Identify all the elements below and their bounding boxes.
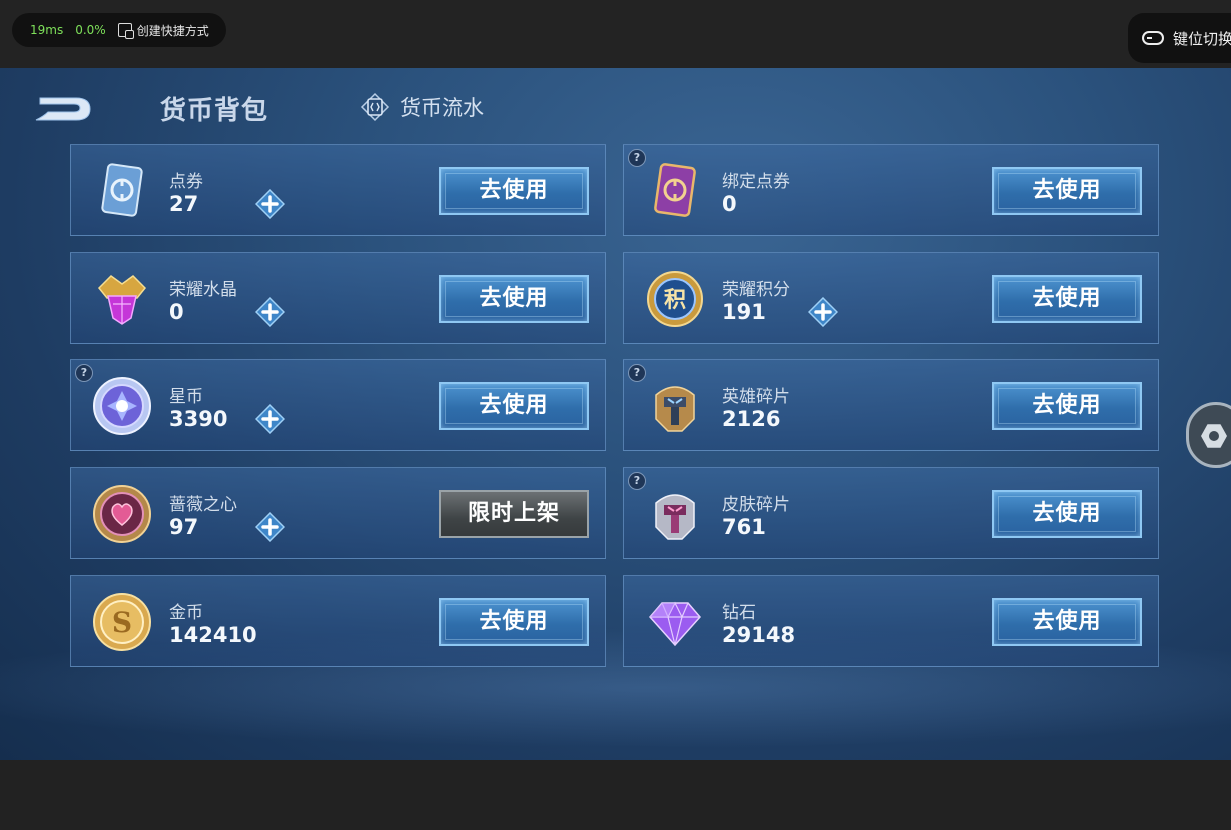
currency-value: 0 <box>169 300 184 324</box>
currency-value: 142410 <box>169 623 257 647</box>
glory-crystal-icon <box>91 268 153 330</box>
currency-card: ? 英雄碎片 2126 去使用 <box>623 359 1159 451</box>
currency-value: 29148 <box>722 623 796 647</box>
settings-hex-icon <box>1201 424 1227 448</box>
tab-currency-flow[interactable]: 货币流水 <box>360 92 484 122</box>
page-title: 货币背包 <box>160 96 269 126</box>
use-button[interactable]: 去使用 <box>992 167 1142 215</box>
currency-card: ? 皮肤碎片 761 去使用 <box>623 467 1159 559</box>
floating-tool-handle[interactable] <box>1186 402 1231 468</box>
glory-points-icon: 积 <box>644 268 706 330</box>
currency-card: 点券 27 去使用 <box>70 144 606 236</box>
rose-heart-icon <box>91 483 153 545</box>
currency-name: 钻石 <box>722 603 756 623</box>
currency-name: 英雄碎片 <box>722 387 790 407</box>
currency-card: S 金币 142410 去使用 <box>70 575 606 667</box>
add-currency-button[interactable] <box>254 188 286 220</box>
currency-name: 绑定点券 <box>722 172 790 192</box>
add-currency-button[interactable] <box>254 403 286 435</box>
use-button[interactable]: 去使用 <box>439 382 589 430</box>
currency-card: 蔷薇之心 97 限时上架 <box>70 467 606 559</box>
create-shortcut-button[interactable]: 创建快捷方式 <box>137 22 209 39</box>
currency-value: 3390 <box>169 407 228 431</box>
shortcut-icon <box>117 23 134 39</box>
currency-value: 97 <box>169 515 199 539</box>
add-currency-button[interactable] <box>807 296 839 328</box>
key-switch-label: 键位切换 <box>1173 29 1231 48</box>
gamepad-icon <box>1142 31 1164 45</box>
key-switch-button[interactable]: 键位切换 <box>1128 13 1231 63</box>
currency-card: ? 绑定点券 0 去使用 <box>623 144 1159 236</box>
currency-card: 钻石 29148 去使用 <box>623 575 1159 667</box>
use-button[interactable]: 去使用 <box>992 382 1142 430</box>
currency-name: 星币 <box>169 387 203 407</box>
currency-card: ? 星币 3390 去使用 <box>70 359 606 451</box>
skin-shard-icon <box>644 483 706 545</box>
use-button[interactable]: 去使用 <box>439 598 589 646</box>
latency-readout: 19ms <box>30 23 64 37</box>
currency-value: 27 <box>169 192 199 216</box>
game-screen: 货币背包 货币流水 点券 27 去使用? 绑定点券 0 去使用 荣耀水晶 0 去使用积荣耀积分 1… <box>0 68 1231 760</box>
currency-name: 点券 <box>169 172 203 192</box>
svg-text:积: 积 <box>664 288 686 313</box>
currency-name: 金币 <box>169 603 203 623</box>
add-currency-button[interactable] <box>254 296 286 328</box>
bound-ticket-card-icon <box>644 160 706 222</box>
tab-currency-flow-label: 货币流水 <box>400 96 484 120</box>
cpu-readout: 0.0% <box>75 23 106 37</box>
currency-value: 0 <box>722 192 737 216</box>
currency-card: 荣耀水晶 0 去使用 <box>70 252 606 344</box>
currency-value: 2126 <box>722 407 781 431</box>
currency-name: 皮肤碎片 <box>722 495 790 515</box>
currency-name: 荣耀积分 <box>722 280 790 300</box>
limited-time-button[interactable]: 限时上架 <box>439 490 589 538</box>
back-arrow-icon[interactable] <box>30 90 94 124</box>
add-currency-button[interactable] <box>254 511 286 543</box>
emulator-bottom-bar <box>0 760 1231 830</box>
currency-card: 积 荣耀积分 191 去使用 <box>623 252 1159 344</box>
use-button[interactable]: 去使用 <box>992 275 1142 323</box>
gold-coin-icon: S <box>91 591 153 653</box>
currency-value: 191 <box>722 300 766 324</box>
currency-value: 761 <box>722 515 766 539</box>
currency-flow-icon <box>360 92 390 122</box>
svg-text:S: S <box>112 606 132 639</box>
diamond-icon <box>644 591 706 653</box>
use-button[interactable]: 去使用 <box>992 490 1142 538</box>
use-button[interactable]: 去使用 <box>439 167 589 215</box>
use-button[interactable]: 去使用 <box>992 598 1142 646</box>
currency-name: 荣耀水晶 <box>169 280 237 300</box>
ticket-card-icon <box>91 160 153 222</box>
performance-pill: 19ms 0.0% 创建快捷方式 <box>12 13 226 47</box>
currency-name: 蔷薇之心 <box>169 495 237 515</box>
hero-shard-icon <box>644 375 706 437</box>
emulator-top-bar: 19ms 0.0% 创建快捷方式 键位切换 <box>0 0 1231 68</box>
star-coin-icon <box>91 375 153 437</box>
use-button[interactable]: 去使用 <box>439 275 589 323</box>
